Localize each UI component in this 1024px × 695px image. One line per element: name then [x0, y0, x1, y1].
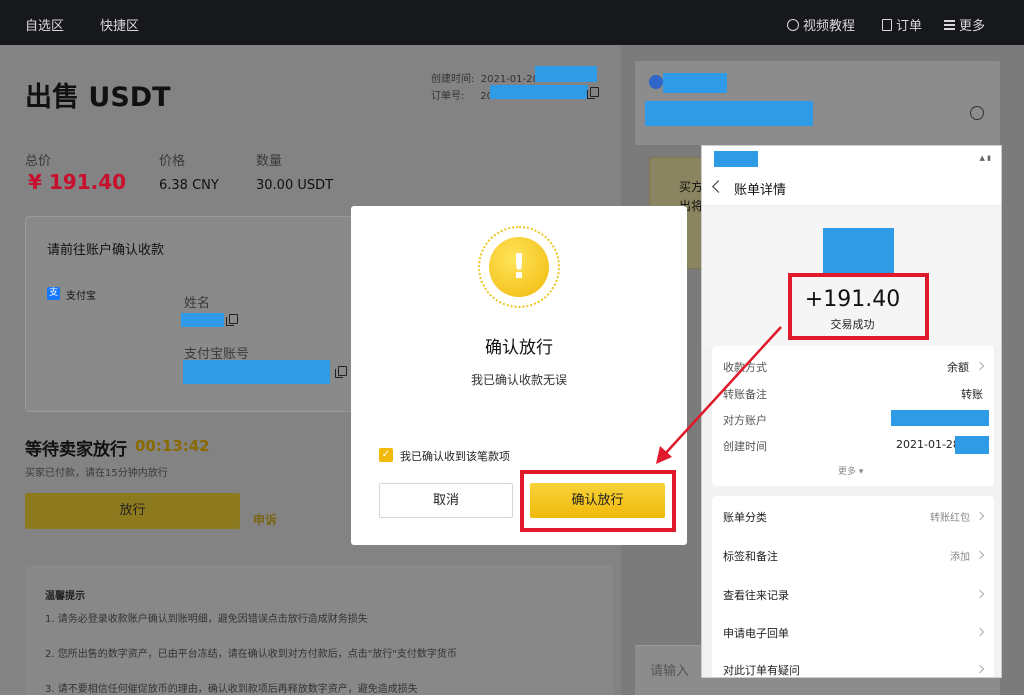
arrow-line	[663, 326, 782, 456]
annotation-arrow	[656, 326, 782, 464]
